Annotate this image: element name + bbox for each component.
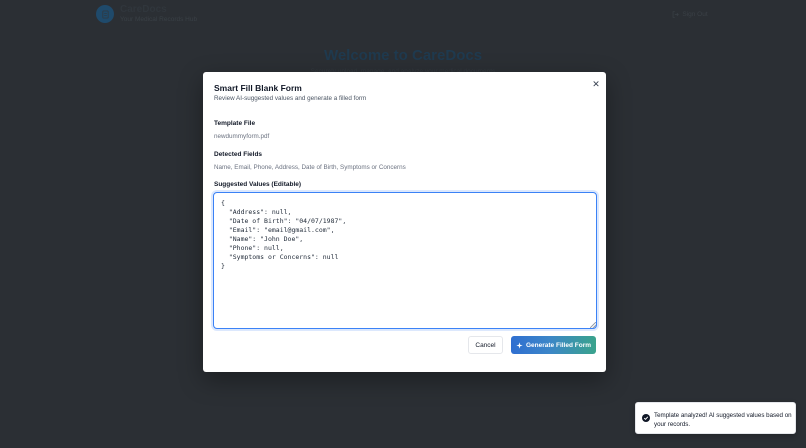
document-icon: [101, 9, 109, 19]
sign-out-button[interactable]: Sign Out: [666, 7, 714, 21]
suggested-values-label: Suggested Values (Editable): [214, 181, 302, 188]
detected-fields-label: Detected Fields: [214, 151, 263, 158]
generate-filled-form-button[interactable]: Generate Filled Form: [511, 336, 596, 354]
cancel-button[interactable]: Cancel: [468, 336, 503, 354]
sparkle-icon: [516, 341, 523, 349]
cancel-label: Cancel: [475, 341, 496, 349]
detected-fields-value: Name, Email, Phone, Address, Date of Bir…: [214, 164, 406, 171]
smart-fill-dialog: ✕ Smart Fill Blank Form Review AI-sugges…: [203, 72, 606, 372]
logo-icon: [96, 5, 114, 23]
suggested-values-editor[interactable]: { "Address": null, "Date of Birth": "04/…: [213, 192, 597, 329]
brand-title: CareDocs: [120, 4, 167, 15]
template-file-value: newdummyform.pdf: [214, 133, 270, 140]
dialog-description: Review AI-suggested values and generate …: [214, 95, 367, 102]
generate-label: Generate Filled Form: [525, 341, 592, 349]
sign-out-icon: [673, 10, 680, 18]
close-icon: ✕: [592, 78, 600, 89]
close-button[interactable]: ✕: [590, 78, 602, 90]
welcome-title: Welcome to CareDocs: [323, 47, 483, 64]
dialog-title: Smart Fill Blank Form: [214, 83, 302, 93]
app-header: CareDocs Your Medical Records Hub Sign O…: [0, 0, 806, 30]
check-circle-icon: [642, 414, 650, 422]
toast-message: Template analyzed! AI suggested values b…: [654, 412, 792, 428]
toast-notification: Template analyzed! AI suggested values b…: [635, 402, 796, 434]
resize-handle-icon[interactable]: [590, 322, 596, 328]
sign-out-label: Sign Out: [682, 10, 708, 18]
template-file-label: Template File: [214, 120, 256, 127]
brand-subtitle: Your Medical Records Hub: [120, 16, 198, 23]
